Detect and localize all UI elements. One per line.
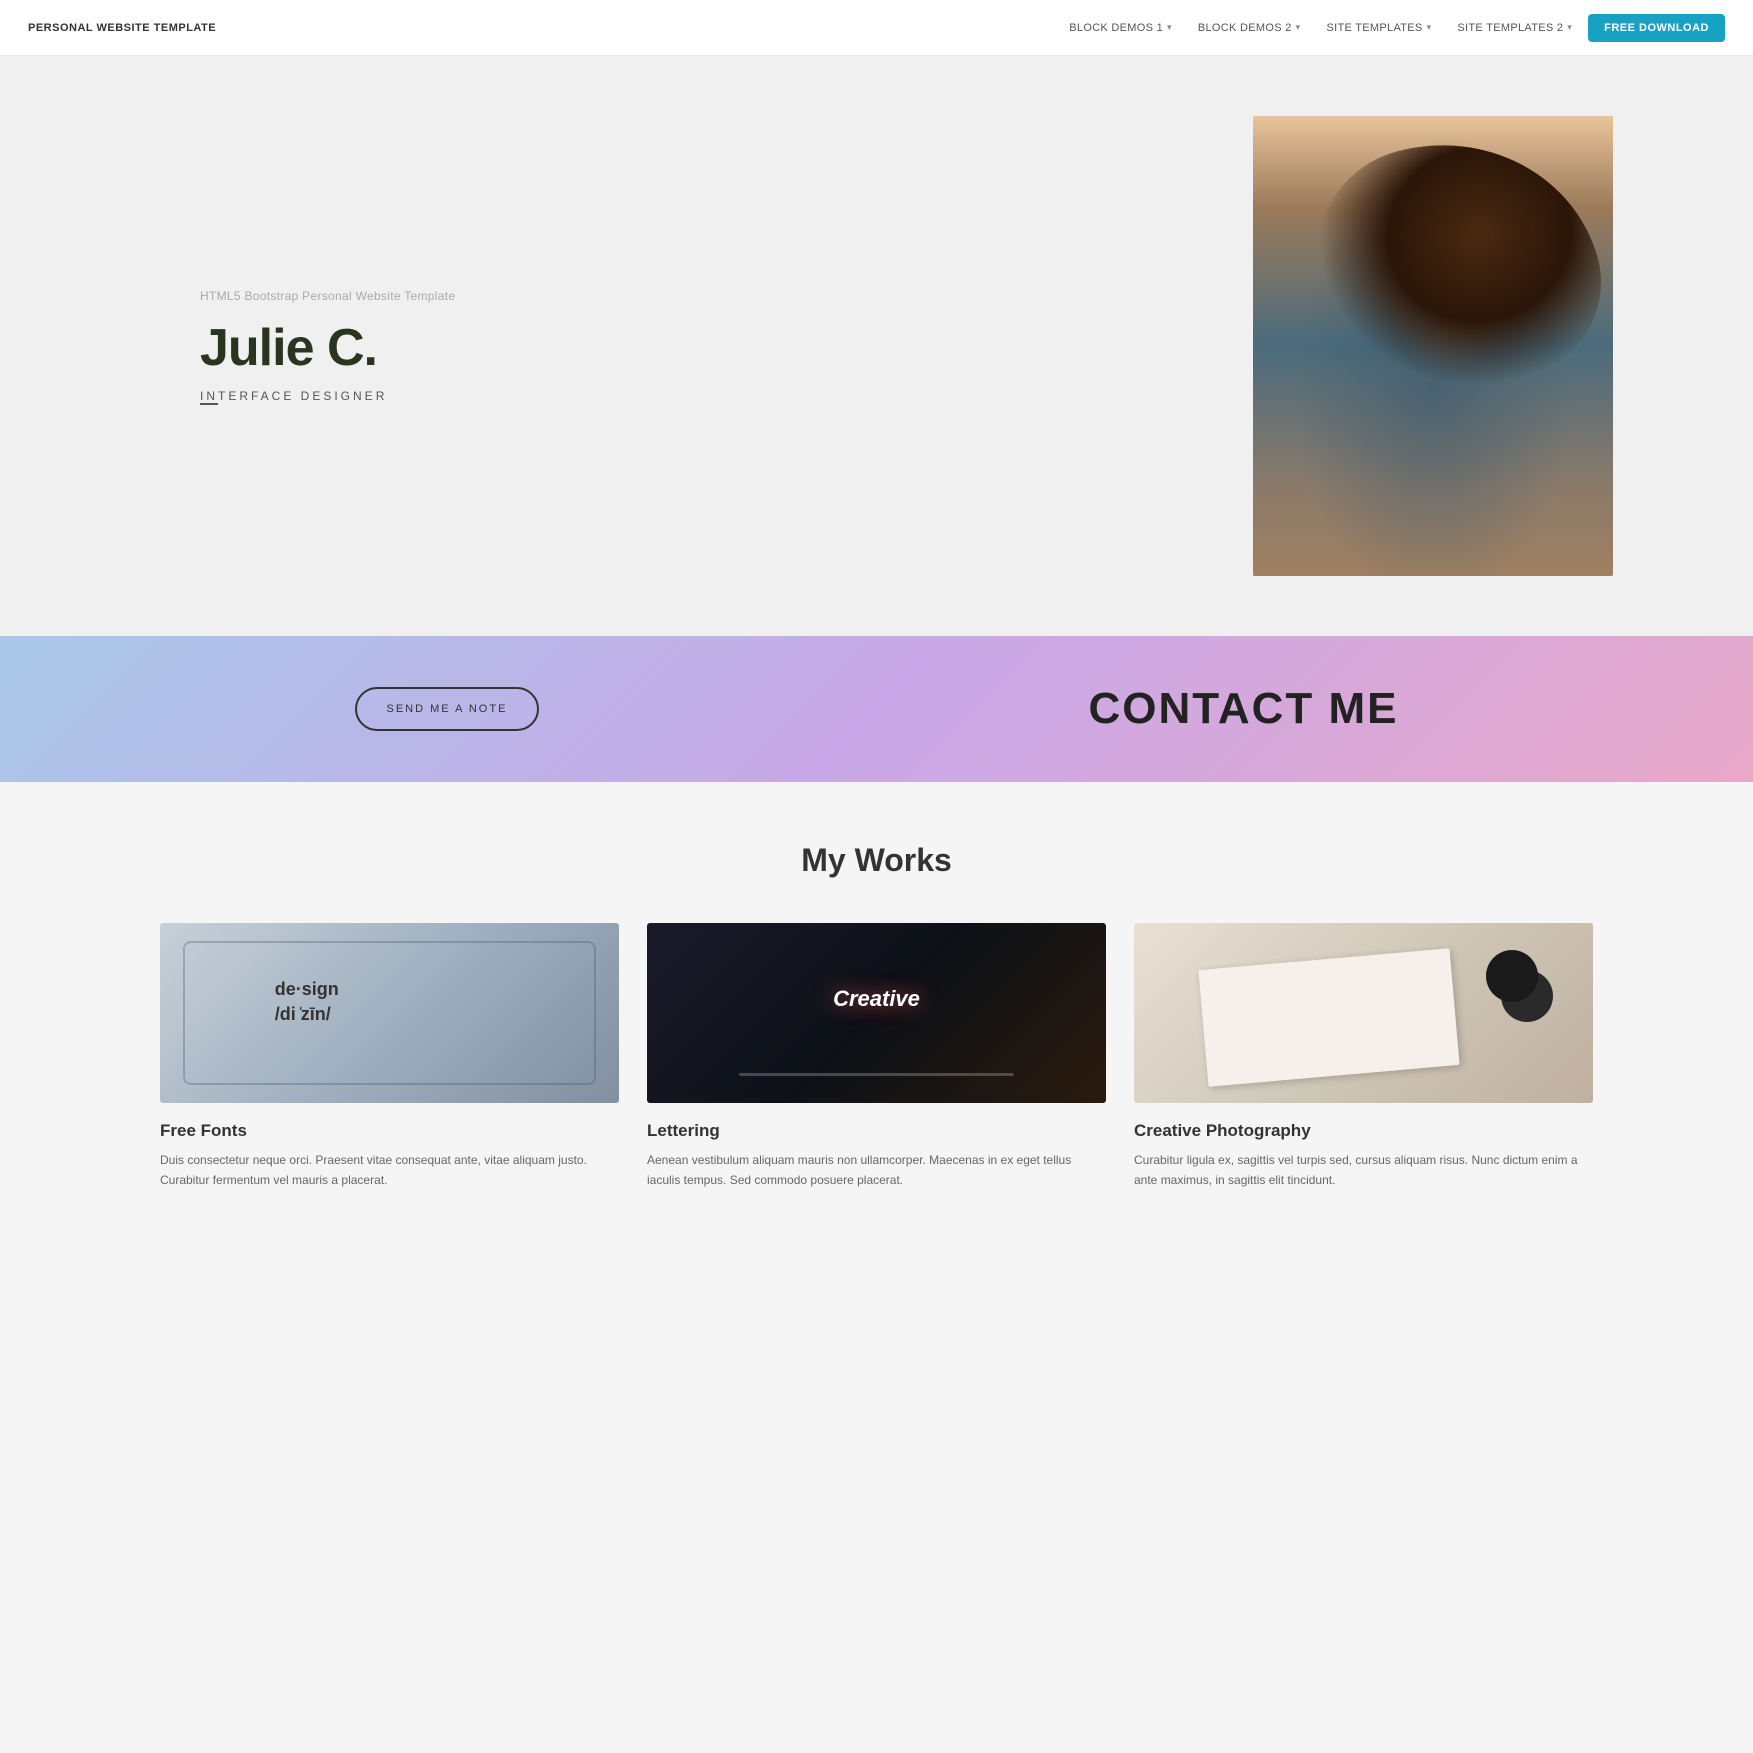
works-title: My Works — [160, 842, 1593, 879]
nav-block-demos-1[interactable]: BLOCK DEMOS 1 ▾ — [1059, 16, 1182, 40]
works-grid: Free Fonts Duis consectetur neque orci. … — [160, 923, 1593, 1191]
chevron-down-icon: ▾ — [1167, 22, 1172, 33]
work-image-creative-photography — [1134, 923, 1593, 1103]
hero-name: Julie C. — [200, 321, 620, 376]
chevron-down-icon: ▾ — [1427, 22, 1432, 33]
works-section: My Works Free Fonts Duis consectetur neq… — [0, 782, 1753, 1251]
chevron-down-icon: ▾ — [1567, 22, 1572, 33]
work-image-lettering — [647, 923, 1106, 1103]
send-note-button[interactable]: SEND ME A NOTE — [355, 687, 540, 731]
hero-photo — [1253, 116, 1613, 576]
hero-photo-inner — [1253, 116, 1613, 576]
work-title-creative-photography: Creative Photography — [1134, 1121, 1593, 1141]
chevron-down-icon: ▾ — [1296, 22, 1301, 33]
hero-content: HTML5 Bootstrap Personal Website Templat… — [200, 289, 620, 404]
nav-block-demos-2[interactable]: BLOCK DEMOS 2 ▾ — [1188, 16, 1311, 40]
hero-section: HTML5 Bootstrap Personal Website Templat… — [0, 56, 1753, 636]
work-desc-free-fonts: Duis consectetur neque orci. Praesent vi… — [160, 1151, 619, 1191]
work-desc-creative-photography: Curabitur ligula ex, sagittis vel turpis… — [1134, 1151, 1593, 1191]
work-card-lettering: Lettering Aenean vestibulum aliquam maur… — [647, 923, 1106, 1191]
nav-site-templates-2[interactable]: SITE TEMPLATES 2 ▾ — [1447, 16, 1582, 40]
nav-site-templates[interactable]: SITE TEMPLATES ▾ — [1316, 16, 1441, 40]
work-desc-lettering: Aenean vestibulum aliquam mauris non ull… — [647, 1151, 1106, 1191]
work-title-free-fonts: Free Fonts — [160, 1121, 619, 1141]
work-card-free-fonts: Free Fonts Duis consectetur neque orci. … — [160, 923, 619, 1191]
free-download-button[interactable]: FREE DOWNLOAD — [1588, 14, 1725, 42]
navbar: PERSONAL WEBSITE TEMPLATE BLOCK DEMOS 1 … — [0, 0, 1753, 56]
contact-band: SEND ME A NOTE CONTACT ME — [0, 636, 1753, 782]
site-logo: PERSONAL WEBSITE TEMPLATE — [28, 22, 216, 34]
hero-role: INTERFACE DESIGNER — [200, 389, 620, 403]
work-card-creative-photography: Creative Photography Curabitur ligula ex… — [1134, 923, 1593, 1191]
work-title-lettering: Lettering — [647, 1121, 1106, 1141]
contact-title: CONTACT ME — [1088, 684, 1398, 734]
nav-links: BLOCK DEMOS 1 ▾ BLOCK DEMOS 2 ▾ SITE TEM… — [1059, 14, 1725, 42]
work-image-free-fonts — [160, 923, 619, 1103]
hero-subtitle: HTML5 Bootstrap Personal Website Templat… — [200, 289, 620, 303]
hero-image-container — [1253, 116, 1613, 576]
